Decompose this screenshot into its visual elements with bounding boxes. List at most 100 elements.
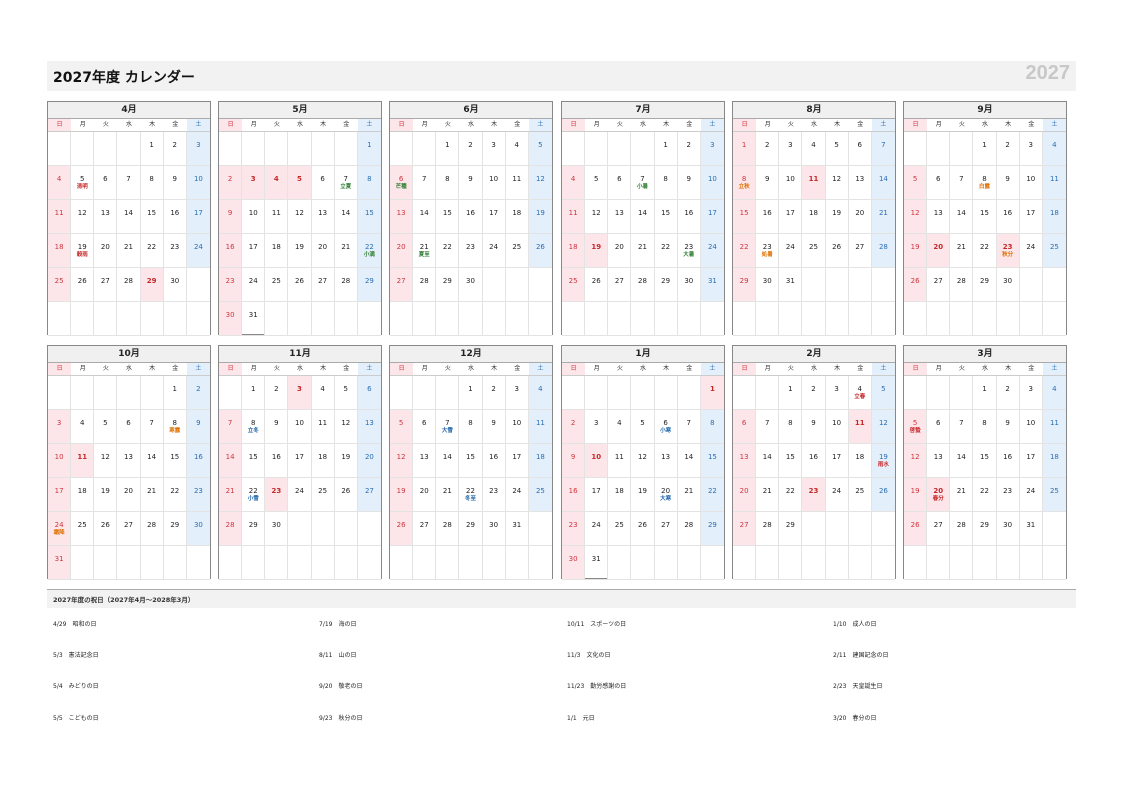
day-cell: 4 [48,166,72,200]
day-cell: 19 [585,234,609,268]
day-cell: 6 芒種 [390,166,414,200]
day-number: 21 [762,487,772,495]
weekday-label: 金 [514,121,521,128]
day-number: 1 [172,385,177,393]
day-cell: 5 [528,132,552,166]
day-cell: 2 [996,132,1020,166]
day-number: 8 [982,175,987,183]
empty-cell [413,132,437,166]
holiday-item: 5/5 こどもの日 [53,713,99,722]
day-cell: 3 [288,376,312,410]
day-cell: 19 [904,234,928,268]
solar-term-label: 芒種 [395,184,407,190]
day-number: 21 [419,243,429,251]
day-cell: 14 [631,200,655,234]
day-number: 28 [225,521,235,529]
day-cell: 20 春分 [927,478,951,512]
day-cell: 7 [677,410,701,444]
day-number: 8 [710,419,715,427]
day-cell: 7 立夏 [334,166,358,200]
day-grid: 1 2 3 4 5 6 芒種 7 8 9 10 11 12 13 14 15 16 17 18 19 20 21 夏至 22 2… [390,132,552,336]
day-cell: 8 [357,166,381,200]
holiday-date: 5/3 [53,652,63,659]
solar-term-label: 春分 [932,496,944,502]
day-cell: 21 [756,478,780,512]
day-number: 22 [442,243,452,251]
day-cell: 16 [186,444,210,478]
day-cell: 13 [927,444,951,478]
empty-cell [436,302,460,336]
day-cell: 23 [482,478,506,512]
month-calendar: 3月日月火水木金土 1 2 3 4 5 啓蟄 6 7 8 9 10 11 12 13 14 15 16 17 18 19… [903,345,1067,580]
day-cell: 31 [242,302,266,336]
day-number: 13 [318,209,328,217]
day-cell: 30 [756,268,780,302]
day-cell: 26 [390,512,414,546]
day-number: 21 [878,209,888,217]
holiday-name: 昭和の日 [72,621,97,628]
weekday-label: 金 [1028,121,1035,128]
day-number: 5 [912,419,918,427]
day-cell: 4 [562,166,586,200]
day-cell: 9 [163,166,187,200]
day-cell: 18 [71,478,95,512]
day-number: 17 [832,453,842,461]
holiday-date: 5/5 [53,715,63,722]
day-cell: 1 [242,376,266,410]
empty-cell [117,376,141,410]
day-cell: 12 [904,444,928,478]
empty-cell [1019,268,1043,302]
day-number: 26 [832,243,842,251]
day-number: 17 [54,487,64,495]
day-cell: 23 [219,268,243,302]
day-number: 16 [1003,453,1013,461]
weekday-label: 日 [904,363,928,375]
day-number: 12 [638,453,647,461]
empty-cell [163,546,187,580]
day-cell: 10 [482,166,506,200]
year-watermark: 2027 [1025,62,1071,84]
day-number: 7 [959,175,964,183]
empty-cell [334,512,358,546]
day-number: 15 [170,453,180,461]
holiday-item: 5/3 憲法記念日 [53,650,99,659]
day-cell: 27 [413,512,437,546]
empty-cell [219,546,243,580]
weekday-label: 土 [1042,119,1066,131]
day-cell: 5 [871,376,895,410]
day-number: 11 [54,209,64,217]
day-cell: 21 [950,234,974,268]
empty-cell [756,302,780,336]
day-number: 28 [956,277,966,285]
day-number: 11 [568,209,578,217]
month-calendar: 11月日月火水木金土 1 2 3 4 5 6 7 8 立冬 9 10 11 12 13 14 15 16 17 18 1… [218,345,382,580]
day-cell: 24 [242,268,266,302]
day-cell: 24 [288,478,312,512]
day-cell: 6 [927,410,951,444]
day-number: 2 [686,141,691,149]
empty-cell [436,376,460,410]
day-number: 30 [225,311,235,319]
empty-cell [654,546,678,580]
day-number: 23 [684,243,694,251]
day-number: 30 [568,555,578,563]
day-number: 5 [912,175,918,183]
month-title: 6月 [390,102,552,119]
day-number: 29 [442,277,452,285]
day-cell: 11 [505,166,529,200]
day-cell: 29 [140,268,164,302]
solar-term-label: 寒露 [169,428,181,434]
day-number: 25 [568,277,578,285]
day-cell: 3 [482,132,506,166]
day-cell: 28 [950,268,974,302]
day-number: 15 [466,453,475,461]
day-number: 17 [193,209,203,217]
day-cell: 29 [733,268,757,302]
day-cell: 21 [219,478,243,512]
day-cell: 23 [163,234,187,268]
day-number: 3 [56,419,62,427]
day-cell: 24 [585,512,609,546]
weekday-header: 日月 火 水 木 金土 [48,119,210,132]
day-cell: 22 小雪 [242,478,266,512]
empty-cell [265,132,289,166]
